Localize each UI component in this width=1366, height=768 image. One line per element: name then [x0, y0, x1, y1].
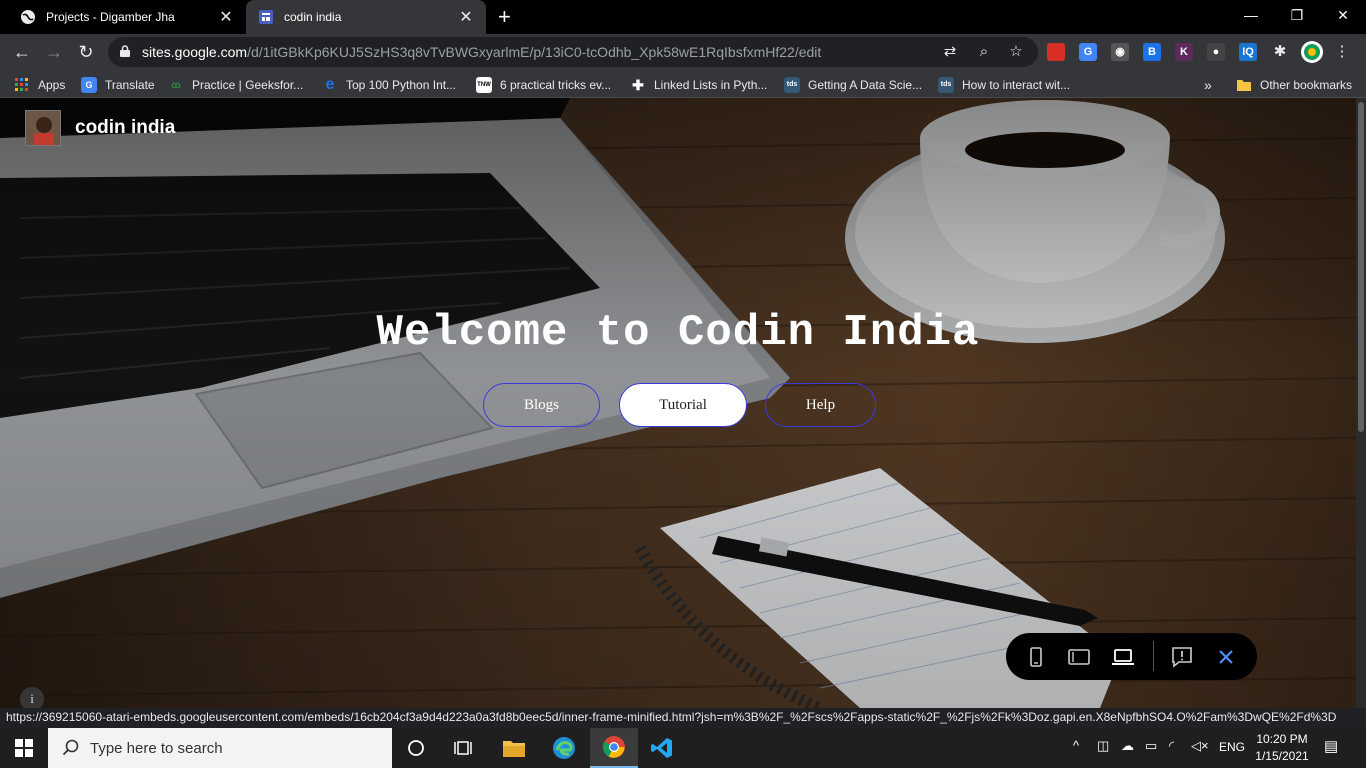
- hero-heading: Welcome to Codin India: [376, 308, 980, 358]
- other-bookmarks[interactable]: Other bookmarks: [1236, 76, 1352, 94]
- preview-divider: [1153, 641, 1154, 671]
- tutorial-button[interactable]: Tutorial: [619, 383, 747, 427]
- language-indicator[interactable]: ENG: [1219, 740, 1245, 754]
- translate-extension-icon[interactable]: G: [1079, 43, 1097, 61]
- tab-title: codin india: [284, 10, 342, 24]
- reload-icon[interactable]: ↻: [74, 40, 98, 64]
- site-header: codin india: [25, 108, 175, 148]
- apps-grid-icon: [15, 78, 28, 91]
- bookmark-how-to-interact[interactable]: tds How to interact wit...: [938, 76, 1070, 94]
- bookmark-practical-tricks[interactable]: TNW 6 practical tricks ev...: [476, 76, 611, 94]
- onedrive-icon[interactable]: ☁: [1121, 738, 1134, 754]
- lock-icon: [120, 45, 130, 57]
- python-icon: ✚: [632, 77, 644, 93]
- taskbar-search[interactable]: Type here to search: [48, 728, 392, 768]
- edge-icon[interactable]: [540, 728, 588, 768]
- bookmark-apps[interactable]: Apps: [14, 76, 65, 94]
- translate-icon: G: [81, 77, 97, 93]
- menu-kebab-icon[interactable]: ⋮: [1332, 42, 1352, 62]
- info-icon[interactable]: i: [20, 687, 44, 708]
- clock[interactable]: 10:20 PM 1/15/2021: [1252, 731, 1312, 765]
- task-view-icon[interactable]: [440, 728, 488, 768]
- laptop-preview-icon[interactable]: [1110, 644, 1136, 670]
- notifications-icon[interactable]: ▤: [1324, 737, 1338, 755]
- bookmark-star-icon[interactable]: ☆: [1006, 42, 1026, 62]
- close-tab-icon[interactable]: ✕: [218, 7, 234, 27]
- search-placeholder: Type here to search: [90, 739, 223, 757]
- bookmark-python-interview[interactable]: e Top 100 Python Int...: [322, 76, 457, 94]
- page-translate-icon[interactable]: ⇄: [940, 42, 960, 62]
- minimize-button[interactable]: —: [1228, 0, 1274, 30]
- page-viewport: codin india Welcome to Codin India Blogs…: [0, 98, 1356, 708]
- bookmark-geeksforgeeks[interactable]: ꝏ Practice | Geeksfor...: [168, 76, 303, 94]
- address-bar[interactable]: sites.google.com/d/1itGBkKp6KUJ5SzHS3q8v…: [108, 37, 1038, 67]
- back-arrow-icon[interactable]: ←: [10, 40, 34, 64]
- forward-arrow-icon[interactable]: →: [42, 40, 66, 64]
- site-logo[interactable]: [25, 110, 61, 146]
- tab-codin-india[interactable]: codin india ✕: [246, 0, 486, 34]
- wifi-icon[interactable]: ◜: [1169, 738, 1174, 754]
- help-button[interactable]: Help: [765, 383, 876, 427]
- tab-title: Projects - Digamber Jha: [46, 10, 175, 24]
- extensions-puzzle-icon[interactable]: ✱: [1270, 42, 1290, 62]
- tds-icon: tds: [784, 77, 800, 93]
- restore-button[interactable]: ❐: [1274, 0, 1320, 30]
- cortana-icon[interactable]: [392, 728, 440, 768]
- profile-avatar[interactable]: [1300, 40, 1324, 64]
- search-icon: [62, 739, 79, 756]
- zoom-icon[interactable]: ⌕: [974, 42, 994, 62]
- chrome-taskbar-icon[interactable]: [590, 728, 638, 768]
- owl-extension-icon[interactable]: ◉: [1111, 43, 1129, 61]
- phone-preview-icon[interactable]: [1023, 644, 1049, 670]
- bookmark-data-science[interactable]: tds Getting A Data Scie...: [784, 76, 922, 94]
- k-extension-icon[interactable]: K: [1175, 43, 1193, 61]
- battery-icon[interactable]: ▭: [1145, 738, 1157, 754]
- bookmarks-bar: Apps G Translate ꝏ Practice | Geeksfor..…: [0, 70, 1366, 98]
- status-url: https://369215060-atari-embeds.googleuse…: [0, 708, 1336, 728]
- feedback-icon[interactable]: [1169, 644, 1195, 670]
- iq-extension-icon[interactable]: IQ: [1239, 43, 1257, 61]
- tnw-icon: TNW: [476, 77, 492, 93]
- tab-strip: Projects - Digamber Jha ✕ codin india ✕ …: [0, 0, 1366, 34]
- close-preview-icon[interactable]: [1213, 644, 1239, 670]
- page-scrollbar[interactable]: [1356, 98, 1366, 708]
- browser-toolbar: ← → ↻ sites.google.com/d/1itGBkKp6KUJ5Sz…: [0, 34, 1366, 70]
- tab-projects[interactable]: Projects - Digamber Jha ✕: [8, 0, 246, 34]
- url-text: sites.google.com/d/1itGBkKp6KUJ5SzHS3q8v…: [142, 44, 822, 60]
- site-title[interactable]: codin india: [75, 117, 175, 139]
- meet-now-icon[interactable]: ◫: [1097, 738, 1109, 754]
- file-explorer-icon[interactable]: [490, 728, 538, 768]
- clock-date: 1/15/2021: [1255, 749, 1309, 763]
- folder-icon: [1237, 80, 1251, 91]
- start-button[interactable]: [0, 728, 48, 768]
- blue-extension-icon[interactable]: B: [1143, 43, 1161, 61]
- bookmark-linked-lists[interactable]: ✚ Linked Lists in Pyth...: [630, 76, 767, 94]
- tablet-preview-icon[interactable]: [1066, 644, 1092, 670]
- bookmark-extension-icon[interactable]: [1047, 43, 1065, 61]
- bulb-extension-icon[interactable]: ●: [1207, 43, 1225, 61]
- tray-overflow-icon[interactable]: ^: [1073, 738, 1079, 753]
- blogs-button[interactable]: Blogs: [483, 383, 600, 427]
- new-tab-button[interactable]: +: [498, 5, 511, 29]
- volume-muted-icon[interactable]: ◁×: [1191, 738, 1209, 754]
- device-preview-bar: [1006, 633, 1257, 680]
- clock-time: 10:20 PM: [1256, 732, 1308, 746]
- geeksforgeeks-icon: ꝏ: [171, 80, 181, 90]
- scrollbar-thumb[interactable]: [1358, 102, 1364, 432]
- edureka-icon: e: [325, 76, 335, 93]
- globe-icon: [21, 10, 35, 24]
- bookmark-translate[interactable]: G Translate: [81, 76, 155, 94]
- tds-icon: tds: [938, 77, 954, 93]
- bookmarks-overflow-button[interactable]: »: [1204, 76, 1212, 94]
- windows-taskbar: Type here to search ^ ◫ ☁ ▭ ◜ ◁× ENG 10:…: [0, 728, 1366, 768]
- google-sites-icon: [259, 10, 273, 24]
- window-close-button[interactable]: ✕: [1320, 0, 1366, 30]
- vscode-icon[interactable]: [638, 728, 686, 768]
- close-tab-icon[interactable]: ✕: [458, 7, 474, 27]
- windows-logo-icon: [15, 739, 33, 757]
